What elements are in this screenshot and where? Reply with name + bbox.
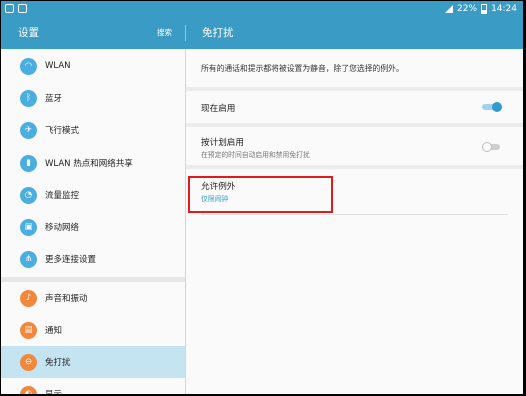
more-connections-icon: ⋔ (20, 250, 37, 268)
now-enable-row[interactable]: 现在启用 (186, 91, 523, 123)
sidebar-item[interactable]: ◐ 显示 (1, 378, 185, 394)
settings-sidebar: ◠ WLAN ᛒ 蓝牙 ✈ 飞行模式 ▮ WLAN 热点和网络共享 ◔ 流量监控 ▣ 移动网络 ⋔ 更多连… (1, 49, 185, 394)
bluetooth-icon: ᛒ (20, 89, 37, 107)
sidebar-item-label: 蓝牙 (45, 94, 63, 104)
sidebar-item-label: 通知 (45, 326, 63, 336)
action-bar: 设置 搜索 免打扰 (1, 17, 523, 49)
settings-title: 设置 (18, 27, 39, 39)
sound-icon: ♪ (20, 289, 37, 307)
sidebar-item-label: WLAN (45, 61, 71, 71)
sidebar-item[interactable]: ✈ 飞行模式 (1, 114, 185, 146)
schedule-label: 按计划启用 (201, 138, 244, 148)
sidebar-item-label: 更多连接设置 (45, 255, 97, 265)
hotspot-icon: ▮ (20, 154, 37, 172)
notification-icon-1 (5, 4, 14, 13)
header-divider (185, 25, 186, 41)
status-bar: 22% 14:24 (1, 1, 523, 17)
schedule-row[interactable]: 按计划启用 在预定的时间自动启用和禁用免打扰 (186, 127, 523, 165)
battery-percent: 22% (457, 4, 478, 14)
image-icon (18, 4, 27, 13)
sidebar-item[interactable]: ⊖ 免打扰 (1, 346, 185, 378)
do-not-disturb-icon: ⊖ (20, 353, 37, 371)
sidebar-item-label: 声音和振动 (45, 294, 88, 304)
sidebar-item[interactable]: ▮ WLAN 热点和网络共享 (1, 147, 185, 179)
display-icon: ◐ (20, 385, 37, 394)
highlight-box (188, 176, 333, 213)
clock: 14:24 (491, 4, 517, 14)
row-divider (201, 214, 508, 215)
sidebar-item[interactable]: ▤ 通知 (1, 314, 185, 346)
sidebar-item-label: 免打扰 (45, 358, 71, 368)
schedule-sub: 在预定的时间自动启用和禁用免打扰 (201, 151, 310, 159)
screen: 22% 14:24 设置 搜索 免打扰 ◠ WLAN ᛒ 蓝牙 ✈ 飞行模式 ▮ WLAN 热… (1, 1, 523, 394)
battery-icon (481, 4, 488, 14)
sidebar-item[interactable]: ⋔ 更多连接设置 (1, 243, 185, 275)
search-button[interactable]: 搜索 (157, 17, 172, 49)
dnd-detail-pane: 所有的通话和提示都将被设置为静音，除了您选择的例外。 现在启用 按计划启用 在预… (186, 49, 523, 394)
now-enable-label: 现在启用 (201, 104, 236, 114)
sidebar-item-label: 飞行模式 (45, 126, 80, 136)
schedule-switch[interactable] (482, 142, 502, 152)
sidebar-item[interactable]: ♪ 声音和振动 (1, 282, 185, 314)
airplane-icon: ✈ (20, 121, 37, 139)
mobile-network-icon: ▣ (20, 218, 37, 236)
sidebar-item[interactable]: ◔ 流量监控 (1, 179, 185, 211)
notification-icon: ▤ (20, 321, 37, 339)
data-usage-icon: ◔ (20, 186, 37, 204)
detail-title: 免打扰 (202, 27, 234, 39)
sidebar-item[interactable]: ᛒ 蓝牙 (1, 82, 185, 114)
sidebar-item-label: 流量监控 (45, 191, 80, 201)
dnd-description: 所有的通话和提示都将被设置为静音，除了您选择的例外。 (201, 64, 404, 73)
signal-icon (445, 5, 454, 13)
sidebar-item-label: 显示 (45, 388, 62, 394)
wifi-icon: ◠ (20, 57, 37, 75)
sidebar-item[interactable]: ▣ 移动网络 (1, 211, 185, 243)
sidebar-item-label: WLAN 热点和网络共享 (45, 159, 133, 169)
sidebar-item-label: 移动网络 (45, 223, 80, 233)
now-enable-switch[interactable] (482, 102, 502, 112)
description-card: 所有的通话和提示都将被设置为静音，除了您选择的例外。 (186, 49, 523, 87)
sidebar-item[interactable]: ◠ WLAN (1, 50, 185, 82)
